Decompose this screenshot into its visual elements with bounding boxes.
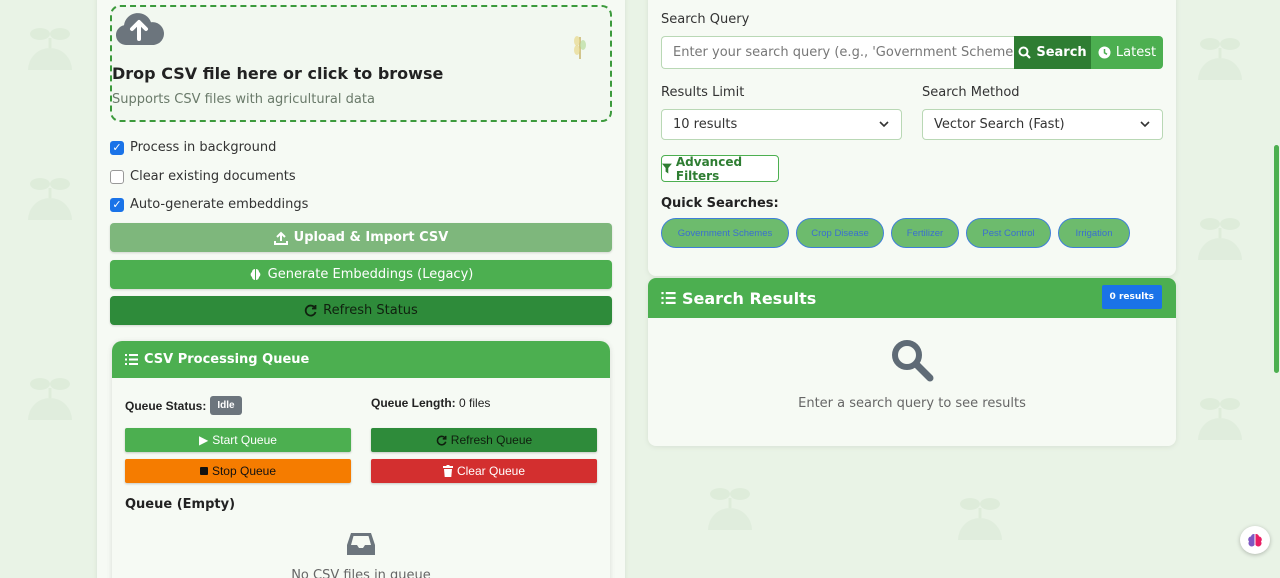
search-button-label: Search [1036, 45, 1087, 60]
generate-embeddings-button[interactable]: Generate Embeddings (Legacy) [110, 260, 612, 289]
queue-empty-text: No CSV files in queue [291, 568, 431, 578]
advanced-filters-label: Advanced Filters [675, 154, 743, 183]
clear-queue-label: Clear Queue [456, 464, 526, 478]
refresh-status-label: Refresh Status [323, 303, 418, 318]
quick-searches-label: Quick Searches: [661, 196, 779, 211]
sprout-icon [28, 28, 72, 70]
refresh-icon [436, 435, 447, 446]
queue-status: Queue Status: Idle [125, 396, 242, 415]
latest-button-label: Latest [1115, 45, 1157, 60]
option-clear-existing[interactable]: Clear existing documents [110, 169, 296, 184]
results-limit-label: Results Limit [661, 85, 745, 100]
cloud-upload-icon [115, 13, 164, 46]
brain-icon [1248, 533, 1262, 547]
latest-button[interactable]: Latest [1091, 36, 1163, 69]
results-empty-text: Enter a search query to see results [798, 396, 1026, 411]
clear-queue-button[interactable]: Clear Queue [371, 459, 597, 483]
sprout-icon [28, 378, 72, 420]
quick-search-chip[interactable]: Crop Disease [796, 218, 884, 248]
results-header: Search Results 0 results [648, 278, 1176, 318]
upload-import-button[interactable]: Upload & Import CSV [110, 223, 612, 252]
stop-icon [199, 467, 208, 475]
refresh-queue-button[interactable]: Refresh Queue [371, 428, 597, 452]
chevron-down-icon [1140, 121, 1150, 128]
trash-icon [442, 465, 453, 477]
refresh-status-button[interactable]: Refresh Status [110, 296, 612, 325]
option-label: Clear existing documents [130, 169, 296, 184]
checkbox-clear-existing[interactable] [110, 169, 124, 184]
option-label: Auto-generate embeddings [130, 197, 309, 212]
dropzone-title: Drop CSV file here or click to browse [112, 64, 444, 83]
advanced-filters-button[interactable]: Advanced Filters [661, 154, 779, 183]
search-icon [892, 340, 934, 382]
queue-length-label: Queue Length: [371, 396, 456, 410]
results-title: Search Results [682, 288, 817, 308]
chevron-down-icon [879, 121, 889, 128]
sprout-icon [28, 178, 72, 220]
search-method-value: Vector Search (Fast) [934, 117, 1065, 132]
csv-queue-card: CSV Processing Queue Queue Status: Idle … [112, 341, 610, 578]
refresh-icon [304, 304, 317, 317]
search-button[interactable]: Search [1014, 36, 1091, 69]
upload-icon [273, 231, 288, 245]
scrollbar[interactable] [1272, 0, 1280, 578]
brain-icon [250, 269, 260, 280]
list-icon [125, 354, 138, 365]
generate-embeddings-label: Generate Embeddings (Legacy) [267, 267, 474, 282]
search-method-select[interactable]: Vector Search (Fast) [922, 109, 1163, 140]
sprout-icon [1198, 218, 1242, 260]
queue-title: CSV Processing Queue [144, 352, 310, 367]
search-bar: Enter your search query (e.g., 'Governme… [661, 36, 1163, 69]
queue-length: Queue Length: 0 files [371, 396, 490, 410]
inbox-icon [347, 533, 375, 555]
status-badge: Idle [210, 396, 242, 415]
list-icon [661, 292, 676, 304]
upload-import-label: Upload & Import CSV [293, 230, 449, 245]
stop-queue-label: Stop Queue [211, 464, 277, 478]
queue-list-title: Queue (Empty) [125, 497, 236, 512]
search-input[interactable]: Enter your search query (e.g., 'Governme… [661, 36, 1014, 69]
search-query-label: Search Query [661, 12, 750, 27]
option-auto-embeddings[interactable]: ✓ Auto-generate embeddings [110, 197, 308, 212]
queue-status-label: Queue Status: [125, 398, 207, 413]
results-count-badge: 0 results [1101, 285, 1162, 309]
quick-search-chip[interactable]: Fertilizer [891, 218, 959, 248]
queue-header: CSV Processing Queue [112, 341, 610, 378]
results-limit-select[interactable]: 10 results [661, 109, 902, 140]
stop-queue-button[interactable]: Stop Queue [125, 459, 351, 483]
start-queue-button[interactable]: ▶ Start Queue [125, 428, 351, 452]
quick-search-chip[interactable]: Pest Control [966, 218, 1051, 248]
results-limit-value: 10 results [673, 117, 738, 132]
checkbox-process-background[interactable]: ✓ [110, 140, 124, 155]
search-method-label: Search Method [922, 85, 1020, 100]
start-queue-label: Start Queue [212, 433, 277, 447]
wheat-icon [574, 36, 586, 59]
play-icon: ▶ [199, 433, 209, 447]
filter-icon [662, 163, 672, 174]
quick-search-chip[interactable]: Irrigation [1058, 218, 1130, 248]
checkbox-auto-embeddings[interactable]: ✓ [110, 197, 124, 212]
quick-search-chip[interactable]: Government Schemes [661, 218, 789, 248]
sprout-icon [958, 498, 1002, 540]
refresh-queue-label: Refresh Queue [450, 433, 533, 447]
dropzone-subtitle: Supports CSV files with agricultural dat… [112, 92, 375, 107]
sprout-icon [708, 488, 752, 530]
option-process-background[interactable]: ✓ Process in background [110, 140, 276, 155]
assistant-button[interactable] [1240, 526, 1270, 554]
sprout-icon [1198, 38, 1242, 80]
clock-icon [1098, 46, 1111, 59]
search-icon [1018, 46, 1032, 59]
search-results-card: Search Results 0 results Enter a search … [648, 278, 1176, 446]
csv-dropzone[interactable]: Drop CSV file here or click to browse Su… [110, 5, 612, 122]
sprout-icon [1198, 398, 1242, 440]
queue-length-value: 0 files [459, 396, 491, 410]
option-label: Process in background [130, 140, 277, 155]
scrollbar-thumb[interactable] [1274, 145, 1279, 373]
